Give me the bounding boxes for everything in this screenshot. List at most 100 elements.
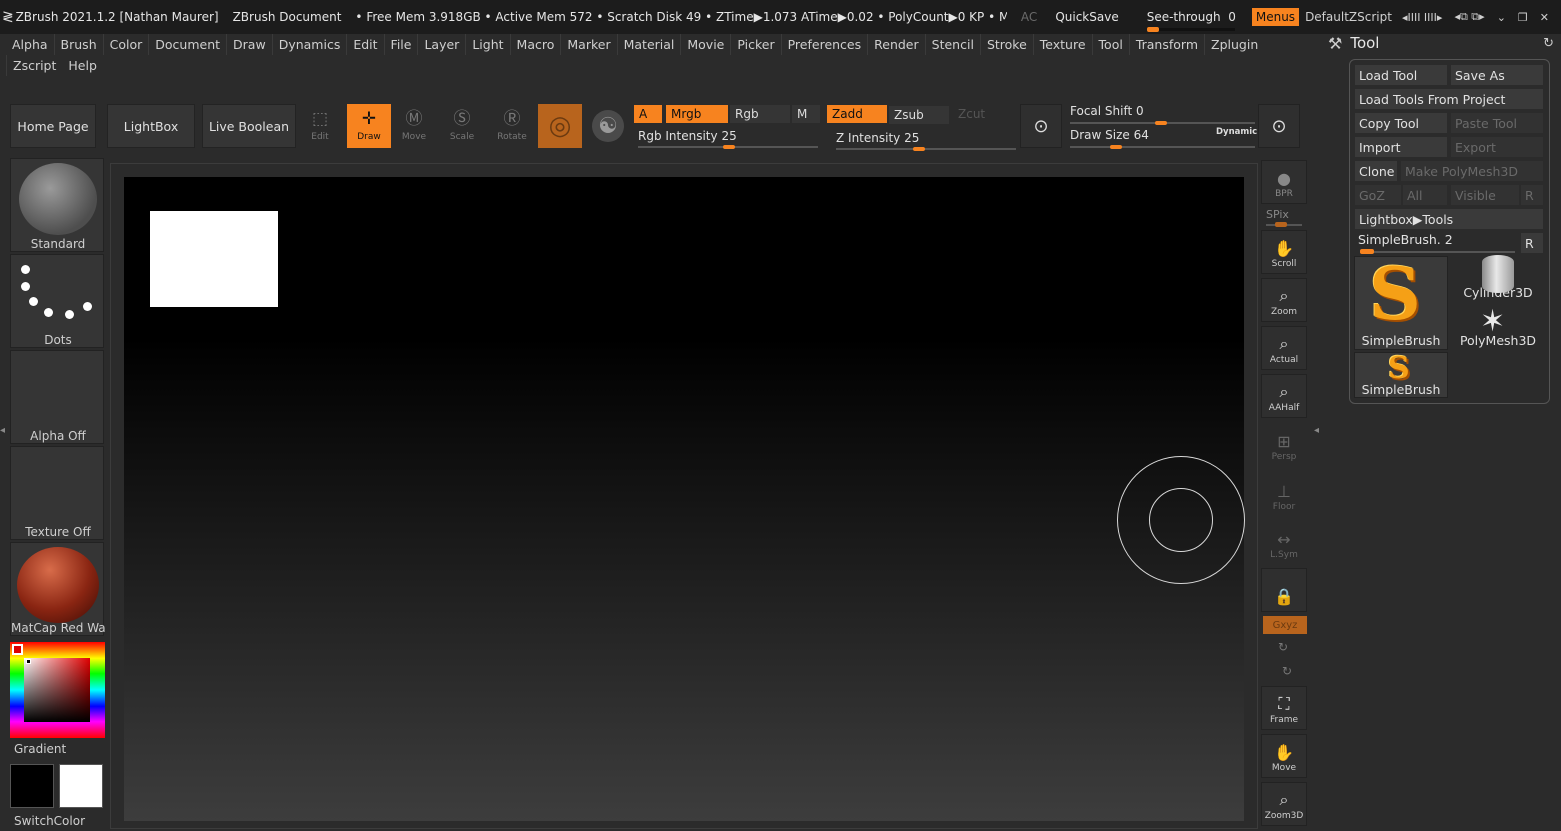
floor-button[interactable]: ⊥ Floor bbox=[1261, 472, 1307, 516]
menu-movie[interactable]: Movie bbox=[680, 34, 730, 55]
make-polymesh3d-button[interactable]: Make PolyMesh3D bbox=[1401, 161, 1543, 181]
draw-mode-button[interactable]: ✛ Draw bbox=[347, 104, 391, 148]
menu-dynamics[interactable]: Dynamics bbox=[271, 34, 347, 55]
menu-layer[interactable]: Layer bbox=[417, 34, 465, 55]
perspective-button[interactable]: ⊞ Persp bbox=[1261, 422, 1307, 466]
solo-mode-button[interactable]: ☯ bbox=[592, 110, 624, 142]
focal-shift-slider[interactable]: Focal Shift 0 bbox=[1070, 104, 1144, 118]
menu-light[interactable]: Light bbox=[465, 34, 509, 55]
menu-stencil[interactable]: Stencil bbox=[924, 34, 980, 55]
brush-selector[interactable]: Standard bbox=[10, 158, 104, 252]
restore-icon[interactable]: ❐ bbox=[1518, 11, 1528, 24]
zoom3d-button[interactable]: ⌕ Zoom3D bbox=[1261, 782, 1307, 826]
move-mode-button[interactable]: Ⓜ Move bbox=[393, 104, 435, 148]
right-tray-toggle-icon[interactable]: ◂ bbox=[1314, 425, 1319, 436]
clone-button[interactable]: Clone bbox=[1355, 161, 1397, 181]
export-button[interactable]: Export bbox=[1451, 137, 1543, 157]
z-intensity-knob[interactable] bbox=[913, 147, 925, 151]
scale-mode-button[interactable]: Ⓢ Scale bbox=[441, 104, 483, 148]
layout-swap-icon[interactable]: ◂⧉ ⧉▸ bbox=[1454, 10, 1484, 24]
document-canvas[interactable] bbox=[124, 177, 1245, 821]
menu-material[interactable]: Material bbox=[616, 34, 681, 55]
menu-marker[interactable]: Marker bbox=[560, 34, 616, 55]
menu-edit[interactable]: Edit bbox=[346, 34, 383, 55]
minimize-icon[interactable]: ⌄ bbox=[1497, 11, 1506, 24]
rgb-toggle[interactable]: Rgb bbox=[730, 105, 790, 123]
live-boolean-button[interactable]: Live Boolean bbox=[202, 104, 296, 148]
spotlight-d-button[interactable]: ⊙ bbox=[1258, 104, 1300, 148]
menu-document[interactable]: Document bbox=[148, 34, 226, 55]
menu-color[interactable]: Color bbox=[102, 34, 149, 55]
spix-slider[interactable]: SPix bbox=[1266, 208, 1289, 221]
menu-render[interactable]: Render bbox=[867, 34, 925, 55]
menu-texture[interactable]: Texture bbox=[1032, 34, 1092, 55]
current-tool-slider[interactable]: SimpleBrush. 2 bbox=[1358, 232, 1453, 247]
focal-shift-knob[interactable] bbox=[1155, 121, 1167, 125]
tool-r-button[interactable]: R bbox=[1521, 233, 1543, 253]
a-toggle[interactable]: A bbox=[634, 105, 662, 123]
quicksave-button[interactable]: QuickSave bbox=[1055, 10, 1118, 24]
menu-macro[interactable]: Macro bbox=[509, 34, 561, 55]
menu-stroke[interactable]: Stroke bbox=[979, 34, 1033, 55]
palette-reset-icon[interactable]: ↻ bbox=[1543, 36, 1554, 51]
alpha-selector[interactable]: Alpha Off bbox=[10, 350, 104, 444]
aahalf-button[interactable]: ⌕ AAHalf bbox=[1261, 374, 1307, 418]
move-view-button[interactable]: ✋ Move bbox=[1261, 734, 1307, 778]
see-through-slider[interactable]: See-through 0 bbox=[1146, 10, 1236, 32]
edit-mode-button[interactable]: ⬚ Edit bbox=[299, 104, 341, 148]
paste-tool-button[interactable]: Paste Tool bbox=[1451, 113, 1543, 133]
menu-picker[interactable]: Picker bbox=[730, 34, 780, 55]
goz-button[interactable]: GoZ bbox=[1355, 185, 1401, 205]
stroke-selector[interactable]: Dots bbox=[10, 254, 104, 348]
local-symmetry-button[interactable]: ↔ L.Sym bbox=[1261, 520, 1307, 564]
draw-size-knob[interactable] bbox=[1110, 145, 1122, 149]
see-through-knob[interactable] bbox=[1146, 27, 1159, 32]
goz-r-button[interactable]: R bbox=[1521, 185, 1543, 205]
gradient-toggle[interactable]: Gradient bbox=[14, 742, 66, 756]
main-color-swatch[interactable] bbox=[10, 764, 54, 808]
menu-alpha[interactable]: Alpha bbox=[6, 34, 54, 55]
save-as-button[interactable]: Save As bbox=[1451, 65, 1543, 85]
rgb-intensity-knob[interactable] bbox=[723, 145, 735, 149]
menu-brush[interactable]: Brush bbox=[53, 34, 103, 55]
gizmo-3d-button[interactable]: ◎ bbox=[538, 104, 582, 148]
saturation-value-square[interactable] bbox=[24, 658, 90, 722]
mrgb-toggle[interactable]: Mrgb bbox=[666, 105, 728, 123]
menu-file[interactable]: File bbox=[383, 34, 418, 55]
left-tray-toggle-icon[interactable]: ◂ bbox=[0, 425, 5, 436]
menu-zplugin[interactable]: Zplugin bbox=[1204, 34, 1264, 55]
copy-tool-button[interactable]: Copy Tool bbox=[1355, 113, 1447, 133]
menu-tool[interactable]: Tool bbox=[1091, 34, 1129, 55]
rgb-intensity-slider[interactable]: Rgb Intensity 25 bbox=[638, 129, 737, 143]
load-tools-from-project-button[interactable]: Load Tools From Project bbox=[1355, 89, 1543, 109]
texture-selector[interactable]: Texture Off bbox=[10, 446, 104, 540]
material-selector[interactable]: MatCap Red Wax bbox=[10, 542, 105, 636]
menu-preferences[interactable]: Preferences bbox=[780, 34, 868, 55]
menu-zscript[interactable]: Zscript bbox=[6, 55, 62, 76]
xyz-rotation-toggle[interactable]: Gxyz bbox=[1263, 616, 1307, 634]
color-pick-handle[interactable] bbox=[26, 659, 31, 664]
menus-toggle-button[interactable]: Menus bbox=[1251, 8, 1300, 26]
menu-transform[interactable]: Transform bbox=[1128, 34, 1204, 55]
load-tool-button[interactable]: Load Tool bbox=[1355, 65, 1447, 85]
zcut-toggle[interactable]: Zcut bbox=[953, 105, 1013, 123]
lock-camera-button[interactable]: 🔒 bbox=[1261, 568, 1307, 612]
actual-size-button[interactable]: ⌕ Actual bbox=[1261, 326, 1307, 370]
ac-indicator[interactable]: AC bbox=[1021, 10, 1037, 24]
home-page-button[interactable]: Home Page bbox=[10, 104, 96, 148]
tool-thumb-simplebrush-small[interactable]: S SimpleBrush bbox=[1354, 351, 1448, 398]
menu-help[interactable]: Help bbox=[62, 55, 103, 76]
z-rotation-icon[interactable]: ↻ bbox=[1282, 664, 1292, 678]
lightbox-tools-button[interactable]: Lightbox▶Tools bbox=[1355, 209, 1543, 229]
zadd-toggle[interactable]: Zadd bbox=[827, 105, 887, 123]
close-icon[interactable]: ✕ bbox=[1540, 11, 1549, 24]
lightbox-button[interactable]: LightBox bbox=[107, 104, 195, 148]
layout-scroll-icon[interactable]: ◂IIII IIII▸ bbox=[1402, 11, 1443, 24]
goz-all-button[interactable]: All bbox=[1403, 185, 1447, 205]
tool-palette-header[interactable]: ⚒ Tool ↻ bbox=[1328, 32, 1558, 54]
secondary-color-swatch[interactable] bbox=[59, 764, 103, 808]
dynamic-toggle[interactable]: Dynamic bbox=[1216, 127, 1257, 137]
zoom-button[interactable]: ⌕ Zoom bbox=[1261, 278, 1307, 322]
scroll-button[interactable]: ✋ Scroll bbox=[1261, 230, 1307, 274]
bpr-render-button[interactable]: ● BPR bbox=[1261, 160, 1307, 204]
